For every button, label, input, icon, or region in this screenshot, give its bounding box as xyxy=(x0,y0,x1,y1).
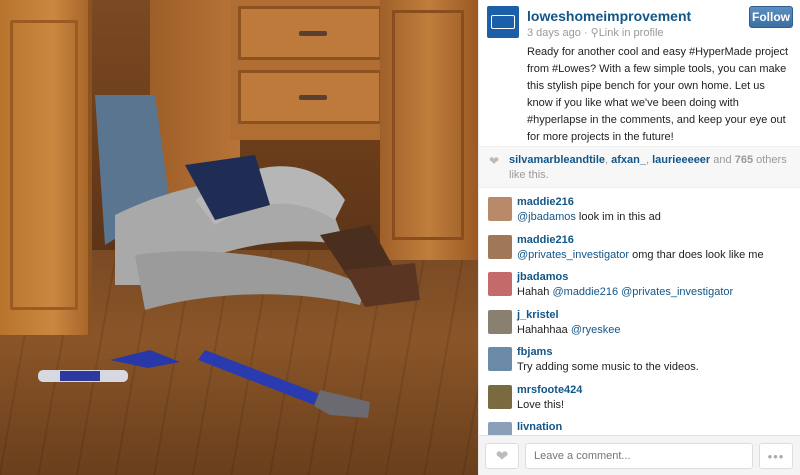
post-sidebar: loweshomeimprovement 3 days ago · ⚲Link … xyxy=(478,0,800,475)
comment-text: @privates_investigator omg thar does loo… xyxy=(517,247,800,263)
comment-input[interactable] xyxy=(525,443,753,469)
pipe-wrench-head xyxy=(314,390,370,418)
cabinet-panel xyxy=(10,20,78,310)
comment-item: livnation xyxy=(479,417,800,435)
liker-name[interactable]: laurieeeeer xyxy=(652,154,710,166)
tools xyxy=(38,350,370,418)
pipe-wrench-handle xyxy=(198,350,330,408)
post-time[interactable]: 3 days ago xyxy=(527,27,581,39)
comments-list[interactable]: maddie216 @jbadamos look im in this ad m… xyxy=(479,192,800,435)
comment-body: Hahah xyxy=(517,286,553,298)
comment-username[interactable]: livnation xyxy=(517,420,800,434)
avatar[interactable] xyxy=(488,272,512,296)
comment-username[interactable]: mrsfoote424 xyxy=(517,383,800,397)
comment-text: Hahahhaa @ryeskee xyxy=(517,322,800,338)
post-photo[interactable] xyxy=(0,0,478,475)
post-location[interactable]: Link in profile xyxy=(599,27,664,39)
comment-item: j_kristel Hahahhaa @ryeskee xyxy=(479,305,800,343)
lowes-logo-avatar[interactable] xyxy=(487,6,519,38)
likes-count[interactable]: 765 xyxy=(735,154,753,166)
heart-icon: ❤ xyxy=(489,154,500,168)
post-meta: 3 days ago · ⚲Link in profile xyxy=(527,26,664,39)
comment-username[interactable]: fbjams xyxy=(517,345,800,359)
comment-item: mrsfoote424 Love this! xyxy=(479,380,800,418)
logo-icon xyxy=(491,15,515,29)
cabinet-left xyxy=(0,0,92,335)
pliers xyxy=(110,350,180,368)
heart-icon: ❤ xyxy=(495,448,509,465)
post-caption: Ready for another cool and easy #HyperMa… xyxy=(527,46,789,143)
avatar[interactable] xyxy=(488,197,512,221)
comment-text: Love this! xyxy=(517,398,565,411)
avatar[interactable] xyxy=(488,347,512,371)
meta-separator: · xyxy=(583,27,588,39)
likes-summary: ❤ silvamarbleandtile, afxan_, laurieeeee… xyxy=(479,146,800,188)
avatar[interactable] xyxy=(488,234,512,259)
comment-mention[interactable]: @ryeskee xyxy=(571,324,621,336)
comment-item: fbjams Try adding some music to the vide… xyxy=(479,342,800,380)
comment-body: Hahahhaa xyxy=(517,323,571,336)
comment-footer: ❤ ••• xyxy=(479,435,800,475)
follow-button[interactable]: Follow xyxy=(749,6,793,28)
post-username[interactable]: loweshomeimprovement xyxy=(527,8,691,24)
more-options-button[interactable]: ••• xyxy=(759,443,793,469)
likes-and: and xyxy=(713,154,732,166)
person-legs xyxy=(95,95,420,310)
avatar[interactable] xyxy=(488,384,512,409)
drawer-handle xyxy=(299,31,327,36)
avatar[interactable] xyxy=(488,309,512,334)
location-pin-icon: ⚲ xyxy=(590,27,599,39)
avatar[interactable] xyxy=(488,422,512,435)
drawer xyxy=(238,6,382,60)
comment-item: maddie216 @jbadamos look im in this ad xyxy=(479,192,800,230)
comment-username[interactable]: maddie216 xyxy=(517,195,800,209)
comment-mention[interactable]: @jbadamos xyxy=(517,211,576,223)
comment-body: look im in this ad xyxy=(575,211,661,223)
tape-grip xyxy=(60,371,100,381)
liker-name[interactable]: silvamarbleandtile xyxy=(509,154,605,166)
comment-item: jbadamos Hahah @maddie216 @privates_inve… xyxy=(479,267,800,305)
comment-text: @jbadamos look im in this ad xyxy=(517,209,800,225)
comment-text: Try adding some music to the videos. xyxy=(517,361,699,373)
post-header: loweshomeimprovement 3 days ago · ⚲Link … xyxy=(479,0,800,146)
comment-mention[interactable]: @maddie216 @privates_investigator xyxy=(552,286,733,298)
comment-text: Hahah @maddie216 @privates_investigator xyxy=(517,284,800,300)
like-button[interactable]: ❤ xyxy=(485,443,519,469)
comment-mention[interactable]: @privates_investigator xyxy=(517,249,629,261)
comment-username[interactable]: jbadamos xyxy=(517,270,800,284)
liker-name[interactable]: afxan_ xyxy=(611,154,646,166)
comment-item: maddie216 @privates_investigator omg tha… xyxy=(479,230,800,268)
comment-username[interactable]: j_kristel xyxy=(517,308,800,322)
comment-body: omg thar does look like me xyxy=(629,248,764,261)
comment-username[interactable]: maddie216 xyxy=(517,233,800,247)
